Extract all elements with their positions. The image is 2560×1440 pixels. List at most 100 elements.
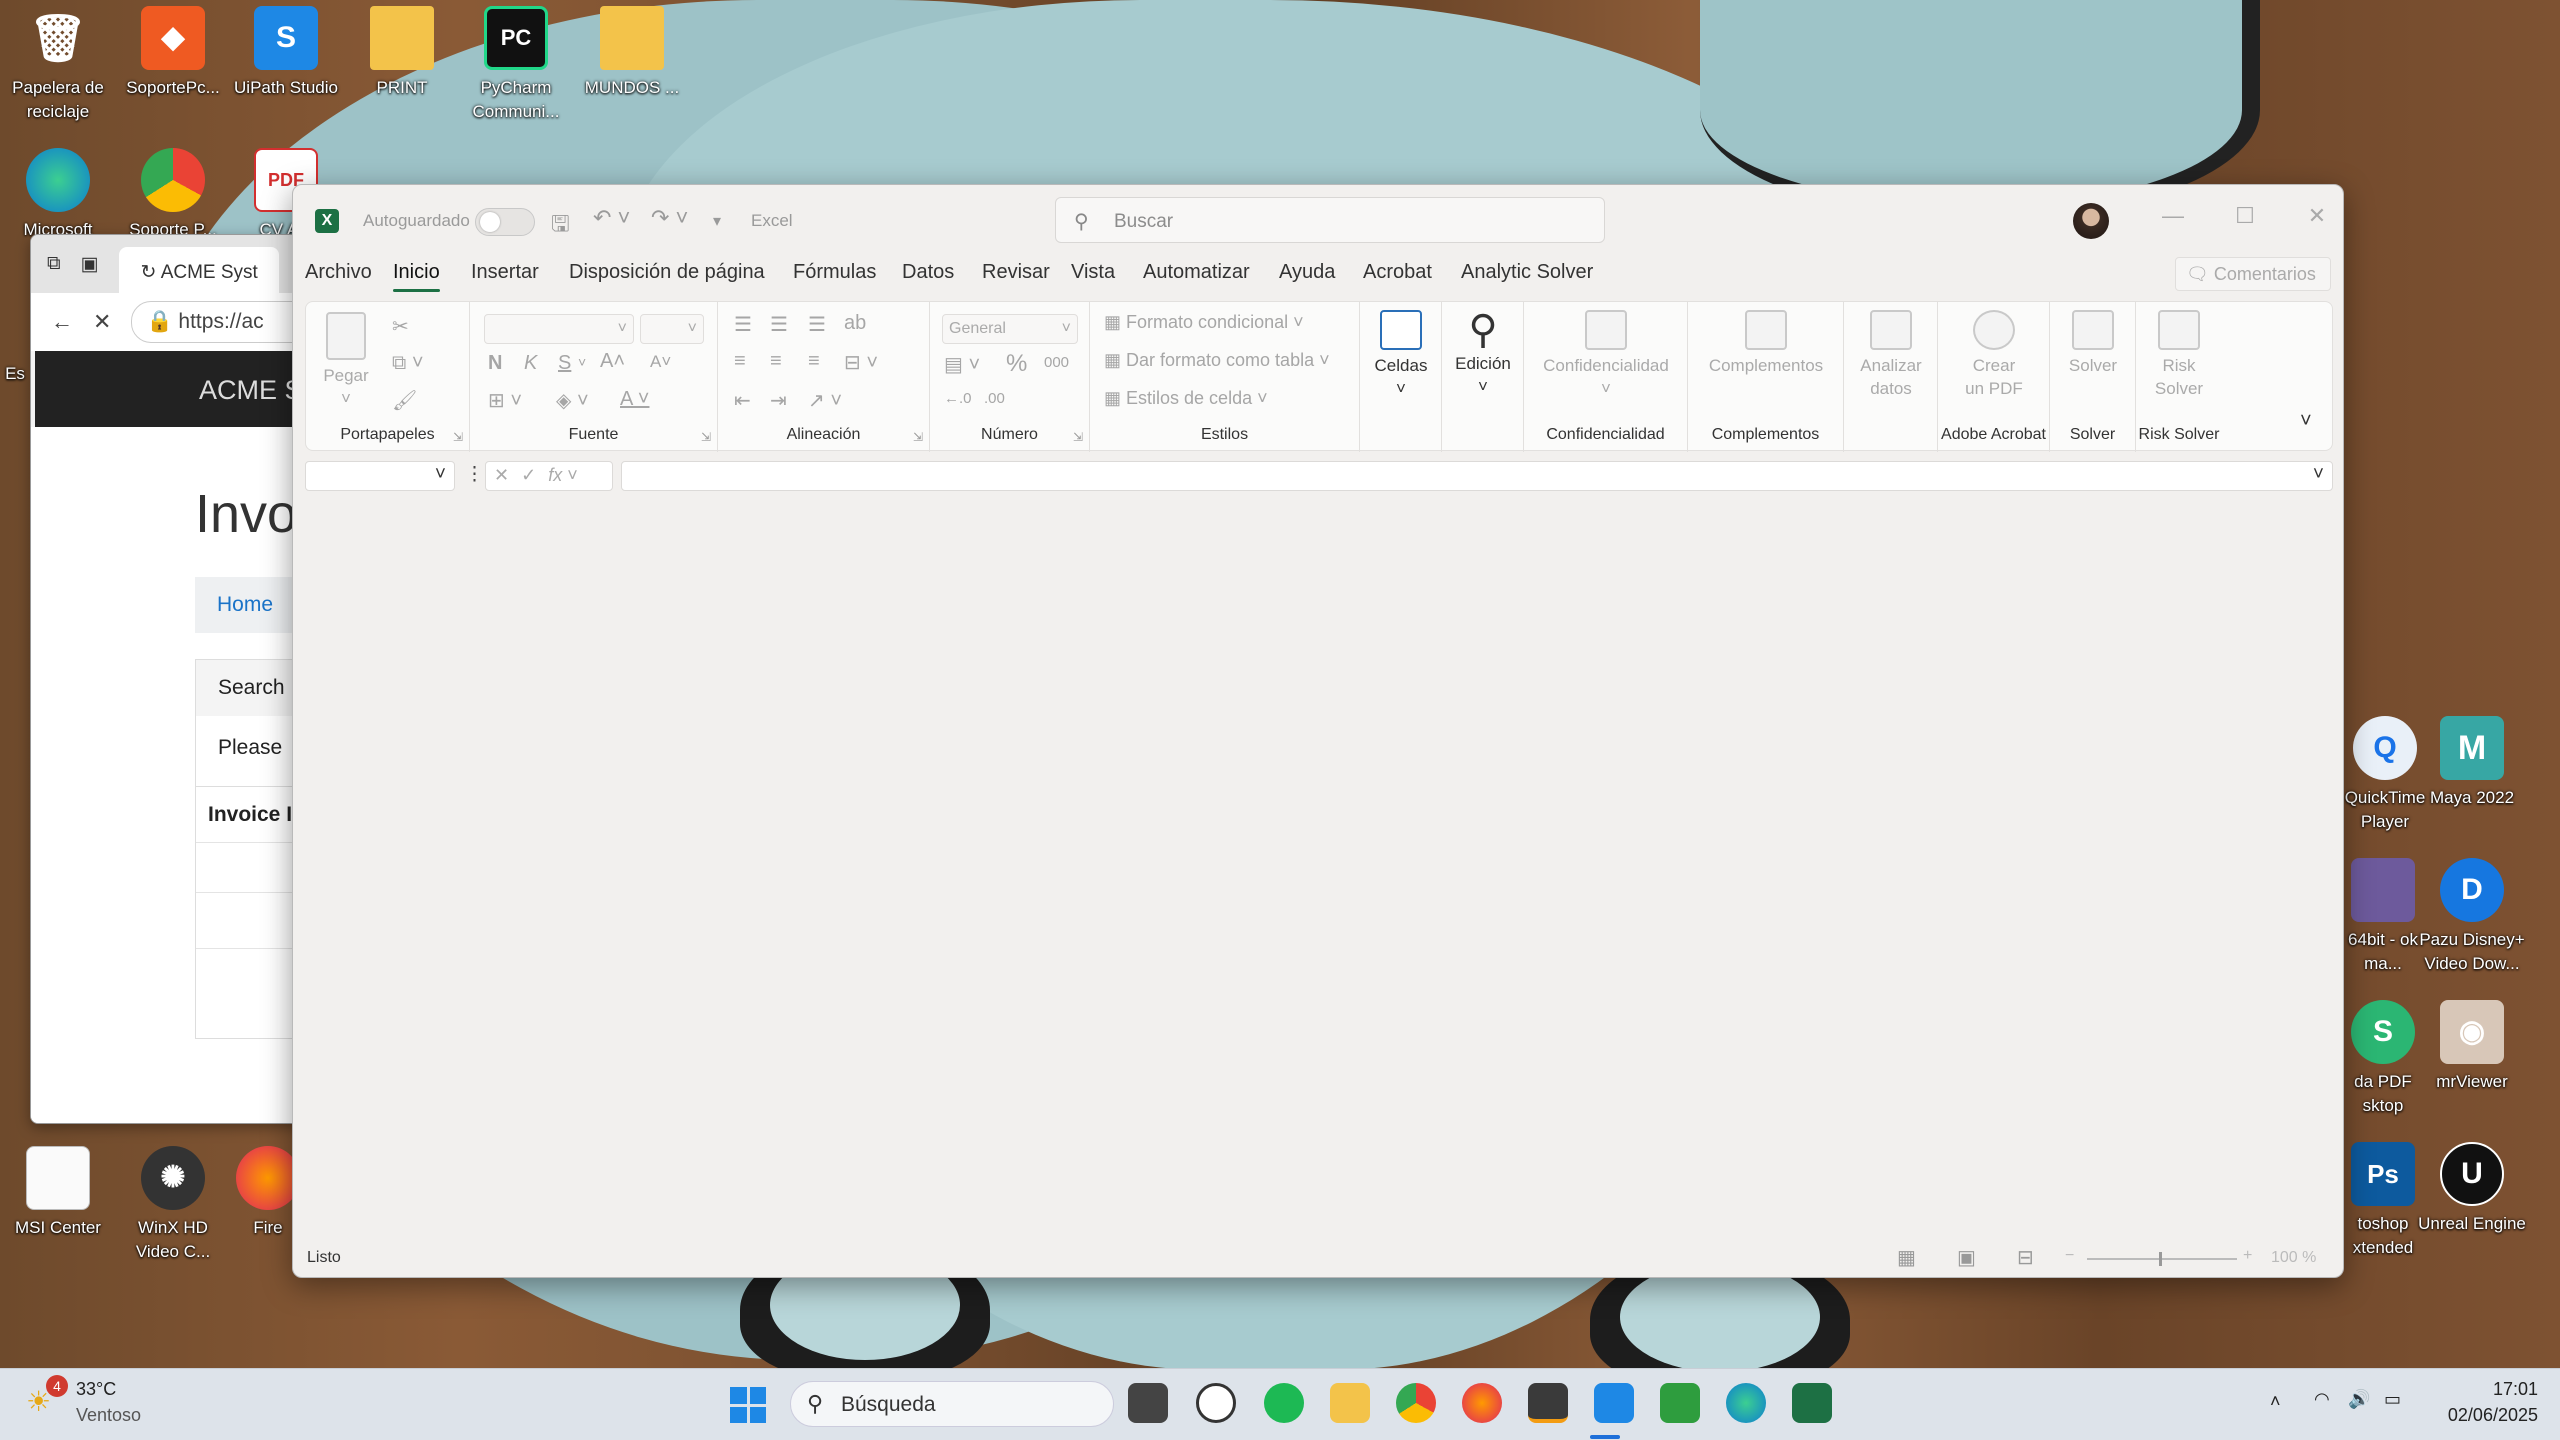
browser-window[interactable]: ⧉ ▣ ↻ ACME Syst ← ✕ 🔒 https://ac ACME S … — [30, 234, 320, 1124]
undo-icon[interactable]: ↶ ˅ — [593, 205, 630, 231]
taskbar-search[interactable]: ⚲ Búsqueda — [790, 1381, 1114, 1427]
cancel-icon[interactable]: ✕ — [494, 465, 521, 485]
desktop-icon-pycharm[interactable]: PC PyCharm Communi... — [458, 6, 574, 124]
tab-vista[interactable]: Vista — [1071, 261, 1115, 284]
show-hidden-icons[interactable]: ˄ — [2270, 1391, 2281, 1412]
clock-date[interactable]: 02/06/2025 — [2438, 1405, 2538, 1426]
minimize-button[interactable]: — — [2153, 203, 2193, 229]
font-color-icon[interactable]: A ˅ — [620, 388, 649, 411]
zoom-in-icon[interactable]: + — [2243, 1247, 2252, 1265]
desktop-icon-anydesk[interactable]: ◆ SoportePc... — [115, 6, 231, 100]
tab-archivo[interactable]: Archivo — [305, 261, 372, 284]
desktop-icon-pazu-disney[interactable]: D Pazu Disney+ Video Dow... — [2414, 858, 2530, 976]
create-pdf-button[interactable]: Crear un PDF — [1942, 310, 2046, 400]
tab-revisar[interactable]: Revisar — [982, 261, 1050, 284]
enter-icon[interactable]: ✓ — [521, 465, 548, 485]
stop-icon[interactable]: ✕ — [93, 309, 111, 335]
excel-window[interactable]: X Autoguardado 🖫 ↶ ˅ ↷ ˅ ▾ Excel ⚲ Busca… — [292, 184, 2344, 1278]
sensitivity-button[interactable]: Confidencialidad ˅ — [1528, 310, 1684, 400]
tab-ayuda[interactable]: Ayuda — [1279, 261, 1335, 284]
risk-solver-button[interactable]: Risk Solver — [2140, 310, 2218, 400]
desktop-icon-recycle-bin[interactable]: 🗑 Papelera de reciclaje — [0, 6, 116, 124]
align-right-icon[interactable]: ≡ — [808, 350, 820, 373]
taskbar-app-excel[interactable] — [1792, 1383, 1832, 1423]
underline-button[interactable]: S — [558, 352, 571, 375]
browser-tab[interactable]: ↻ ACME Syst — [118, 247, 279, 293]
desktop-icon-maya[interactable]: M Maya 2022 — [2414, 716, 2530, 810]
decrease-decimal-icon[interactable]: .00 — [984, 390, 1005, 407]
increase-decimal-icon[interactable]: ←.0 — [944, 390, 972, 407]
group-edicion[interactable]: ⚲ Edición ˅ — [1442, 302, 1524, 452]
thousands-button[interactable]: 000 — [1044, 354, 1069, 371]
tab-automatizar[interactable]: Automatizar — [1143, 261, 1250, 284]
page-break-icon[interactable]: ⊟ — [2017, 1245, 2034, 1270]
fill-color-icon[interactable]: ◈ ˅ — [556, 388, 589, 413]
tab-actions-icon[interactable]: ▣ — [81, 253, 99, 276]
addins-button[interactable]: Complementos — [1692, 310, 1840, 377]
dialog-launcher-icon[interactable]: ⇲ — [1073, 430, 1083, 444]
taskbar-app-spotify[interactable] — [1264, 1383, 1304, 1423]
conditional-format-button[interactable]: ▦ Formato condicional ˅ — [1104, 312, 1304, 333]
tab-formulas[interactable]: Fórmulas — [793, 261, 876, 284]
normal-view-icon[interactable]: ▦ — [1897, 1245, 1916, 1270]
currency-icon[interactable]: ▤ ˅ — [944, 352, 980, 377]
autosave-toggle[interactable] — [475, 208, 535, 236]
number-format-dropdown[interactable]: General ˅ — [942, 314, 1078, 344]
orientation-icon[interactable]: ↗ ˅ — [808, 388, 842, 413]
taskbar-app-firefox[interactable] — [1462, 1383, 1502, 1423]
desktop-icon-mrviewer[interactable]: ◉ mrViewer — [2414, 1000, 2530, 1094]
ribbon-collapse-icon[interactable]: ˅ — [2300, 410, 2312, 433]
increase-font-icon[interactable]: A˄ — [600, 350, 625, 373]
paste-button[interactable]: Pegar ˅ — [320, 312, 372, 410]
zoom-level[interactable]: 100 % — [2271, 1249, 2316, 1267]
desktop-icon-winx[interactable]: ✺ WinX HD Video C... — [115, 1146, 231, 1264]
wifi-icon[interactable]: ◠ — [2314, 1389, 2330, 1410]
comments-button[interactable]: 🗨 Comentarios — [2175, 257, 2331, 291]
cells-button[interactable]: Celdas ˅ — [1364, 310, 1438, 400]
tab-acrobat[interactable]: Acrobat — [1363, 261, 1432, 284]
formula-input[interactable]: ˅ — [621, 461, 2333, 491]
borders-icon[interactable]: ⊞ ˅ — [488, 388, 522, 413]
group-celdas[interactable]: Celdas ˅ — [1360, 302, 1442, 452]
solver-button[interactable]: Solver — [2054, 310, 2132, 377]
zoom-slider-thumb[interactable] — [2159, 1252, 2162, 1266]
dialog-launcher-icon[interactable]: ⇲ — [453, 430, 463, 444]
quick-access-customize-icon[interactable]: ▾ — [713, 211, 721, 231]
taskbar-app-clock[interactable] — [1196, 1383, 1236, 1423]
page-layout-icon[interactable]: ▣ — [1957, 1245, 1976, 1270]
taskbar-app-uipath[interactable] — [1594, 1383, 1634, 1423]
battery-icon[interactable]: ▭ — [2384, 1389, 2401, 1410]
workspaces-icon[interactable]: ⧉ — [47, 253, 61, 275]
tab-inicio[interactable]: Inicio — [393, 261, 440, 292]
align-middle-icon[interactable]: ☰ — [770, 312, 788, 337]
format-as-table-button[interactable]: ▦ Dar formato como tabla ˅ — [1104, 350, 1330, 371]
format-painter-icon[interactable]: 🖌 — [392, 388, 417, 413]
weather-temp[interactable]: 33°C — [76, 1379, 116, 1400]
tab-insertar[interactable]: Insertar — [471, 261, 539, 284]
desktop-icon-chrome[interactable]: Soporte P... — [115, 148, 231, 242]
merge-cells-icon[interactable]: ⊟ ˅ — [844, 350, 878, 375]
chevron-down-icon[interactable]: ˅ — [562, 465, 578, 485]
analyze-data-button[interactable]: Analizar datos — [1848, 310, 1934, 400]
wrap-text-icon[interactable]: ab — [844, 312, 866, 335]
italic-button[interactable]: K — [524, 352, 537, 375]
save-icon[interactable]: 🖫 — [551, 207, 570, 245]
desktop-icon-msi-center[interactable]: MSI Center — [0, 1146, 116, 1240]
tab-datos[interactable]: Datos — [902, 261, 954, 284]
decrease-indent-icon[interactable]: ⇤ — [734, 388, 751, 413]
zoom-out-icon[interactable]: − — [2065, 1247, 2074, 1265]
decrease-font-icon[interactable]: A˅ — [650, 352, 671, 372]
close-button[interactable]: ✕ — [2297, 203, 2337, 229]
redo-icon[interactable]: ↷ ˅ — [651, 205, 688, 231]
align-left-icon[interactable]: ≡ — [734, 350, 746, 373]
name-box[interactable]: ˅ — [305, 461, 455, 491]
desktop-icon-uipath[interactable]: S UiPath Studio — [228, 6, 344, 100]
chevron-down-icon[interactable]: ˅ — [578, 354, 586, 370]
copy-icon[interactable]: ⧉ ˅ — [392, 352, 424, 375]
zoom-slider[interactable] — [2087, 1258, 2237, 1260]
more-options-icon[interactable]: ⋮ — [465, 463, 484, 486]
cell-styles-button[interactable]: ▦ Estilos de celda ˅ — [1104, 388, 1268, 409]
insert-function-button[interactable]: fx — [548, 465, 562, 485]
maximize-button[interactable]: ☐ — [2225, 203, 2265, 229]
clock-time[interactable]: 17:01 — [2438, 1379, 2538, 1400]
